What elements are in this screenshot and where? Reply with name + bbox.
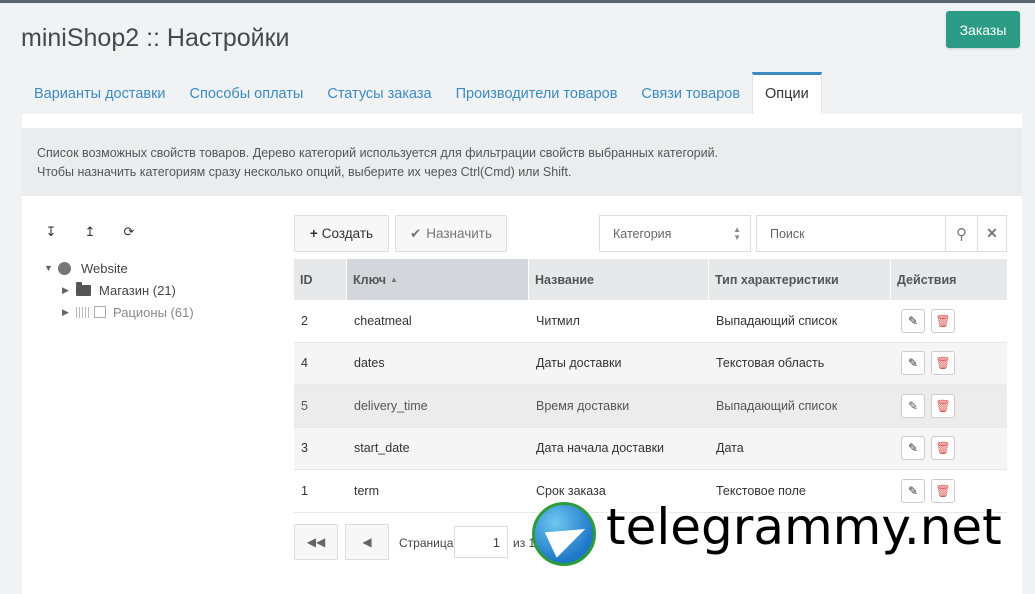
cell-type: Дата <box>716 441 744 456</box>
column-name[interactable]: Название <box>529 259 709 300</box>
search-input[interactable]: Поиск <box>756 215 946 252</box>
table-row[interactable]: 2 cheatmeal Читмил Выпадающий список ✎ 🗑 <box>294 300 1007 343</box>
check-icon: ✔ <box>409 225 422 241</box>
cell-name: Время доставки <box>536 398 630 413</box>
tree-node-root[interactable]: ▼ Website <box>44 257 128 279</box>
collapse-arrow-icon[interactable]: ▼ <box>44 263 58 273</box>
tab-options[interactable]: Опции <box>752 72 822 114</box>
column-key[interactable]: Ключ ▲ <box>347 259 529 300</box>
table-row[interactable]: 3 start_date Дата начала доставки Дата ✎… <box>294 427 1007 470</box>
cell-actions: ✎ 🗑 <box>891 428 1007 470</box>
search-button[interactable]: ⚲ <box>945 215 978 252</box>
drag-handle-icon <box>76 306 90 318</box>
cell-key: start_date <box>354 441 410 456</box>
edit-icon[interactable]: ✎ <box>901 308 925 333</box>
cell-key: term <box>354 483 379 498</box>
cell-key: dates <box>354 356 385 371</box>
description-box: Список возможных свойств товаров. Дерево… <box>22 128 1022 196</box>
cell-id: 2 <box>301 313 308 328</box>
clear-search-button[interactable]: ✕ <box>977 215 1007 252</box>
globe-icon <box>58 261 71 275</box>
cell-name: Дата начала доставки <box>536 441 665 456</box>
first-page-button[interactable]: ◀◀ <box>294 524 338 560</box>
tabs: Варианты доставки Способы оплаты Статусы… <box>22 72 822 114</box>
tree-toolbar: ↧ ↥ ⟳ <box>44 224 136 240</box>
tree-node-rations[interactable]: ▶ Рационы (61) <box>62 301 194 323</box>
watermark: telegrammy.net <box>530 498 1030 570</box>
tree-checkbox[interactable] <box>94 306 106 318</box>
grid-header: ID Ключ ▲ Название Тип характеристики Де… <box>294 259 1007 300</box>
cell-id: 1 <box>301 483 308 498</box>
create-button[interactable]: + Создать <box>294 215 389 252</box>
description-line-1: Список возможных свойств товаров. Дерево… <box>37 146 719 160</box>
double-chevron-left-icon: ◀◀ <box>306 535 326 549</box>
trash-icon[interactable]: 🗑 <box>931 393 955 418</box>
tree-node-label: Рационы (61) <box>113 304 194 320</box>
tree-node-label: Website <box>81 260 128 276</box>
category-select-placeholder: Категория <box>613 227 672 241</box>
page-label: Страница <box>399 536 454 550</box>
expand-arrow-icon[interactable]: ▶ <box>62 307 76 318</box>
page-input[interactable]: 1 <box>454 526 508 558</box>
cell-type: Выпадающий список <box>716 313 838 328</box>
cell-id: 3 <box>301 441 308 456</box>
tab-order-statuses[interactable]: Статусы заказа <box>315 72 443 114</box>
tab-delivery-variants[interactable]: Варианты доставки <box>22 72 178 114</box>
table-row[interactable]: 5 delivery_time Время доставки Выпадающи… <box>294 385 1007 428</box>
plus-icon: + <box>309 226 318 241</box>
folder-icon <box>76 281 91 296</box>
cell-name: Читмил <box>536 313 580 328</box>
column-id[interactable]: ID <box>294 259 347 300</box>
tree-node-label: Магазин (21) <box>99 282 176 298</box>
tab-vendors[interactable]: Производители товаров <box>444 72 630 114</box>
column-key-label: Ключ <box>353 272 387 287</box>
sort-asc-icon: ▲ <box>390 275 398 284</box>
close-icon: ✕ <box>986 225 998 241</box>
tab-product-links[interactable]: Связи товаров <box>629 72 752 114</box>
orders-button[interactable]: Заказы <box>946 11 1020 48</box>
watermark-text: telegrammy.net <box>606 498 1002 556</box>
description-line-2: Чтобы назначить категориям сразу несколь… <box>37 165 572 179</box>
tab-payment-methods[interactable]: Способы оплаты <box>178 72 316 114</box>
trash-icon[interactable]: 🗑 <box>931 351 955 376</box>
assign-button-label: Назначить <box>426 226 493 241</box>
collapse-all-icon[interactable]: ↥ <box>83 224 97 240</box>
prev-page-button[interactable]: ◀ <box>345 524 389 560</box>
trash-icon[interactable]: 🗑 <box>931 436 955 461</box>
cell-actions: ✎ 🗑 <box>891 300 1007 342</box>
cell-key: cheatmeal <box>354 313 412 328</box>
column-type[interactable]: Тип характеристики <box>709 259 891 300</box>
edit-icon[interactable]: ✎ <box>901 393 925 418</box>
table-row[interactable]: 4 dates Даты доставки Текстовая область … <box>294 342 1007 385</box>
assign-button[interactable]: ✔ Назначить <box>395 215 507 252</box>
edit-icon[interactable]: ✎ <box>901 351 925 376</box>
telegram-logo-icon <box>532 502 596 566</box>
cell-actions: ✎ 🗑 <box>891 343 1007 385</box>
edit-icon[interactable]: ✎ <box>901 436 925 461</box>
expand-arrow-icon[interactable]: ▶ <box>62 285 76 296</box>
refresh-icon[interactable]: ⟳ <box>122 224 136 240</box>
cell-type: Текстовая область <box>716 356 825 371</box>
search-icon: ⚲ <box>956 225 967 243</box>
cell-name: Даты доставки <box>536 356 622 371</box>
create-button-label: Создать <box>321 226 374 241</box>
category-select[interactable]: Категория ▲ ▼ <box>599 215 751 252</box>
chevron-left-icon: ◀ <box>362 535 372 549</box>
cell-type: Выпадающий список <box>716 398 838 413</box>
page-title: miniShop2 :: Настройки <box>21 24 290 52</box>
sort-caret-icon: ▲ ▼ <box>733 225 741 242</box>
search-placeholder: Поиск <box>770 227 805 241</box>
cell-id: 5 <box>301 398 308 413</box>
column-actions: Действия <box>897 272 957 287</box>
cell-id: 4 <box>301 356 308 371</box>
top-border <box>0 0 1035 3</box>
cell-key: delivery_time <box>354 398 428 413</box>
tree-node-shop[interactable]: ▶ Магазин (21) <box>62 279 176 301</box>
cell-actions: ✎ 🗑 <box>891 385 1007 427</box>
expand-all-icon[interactable]: ↧ <box>44 224 58 240</box>
trash-icon[interactable]: 🗑 <box>931 308 955 333</box>
options-grid: ID Ключ ▲ Название Тип характеристики Де… <box>294 259 1007 513</box>
